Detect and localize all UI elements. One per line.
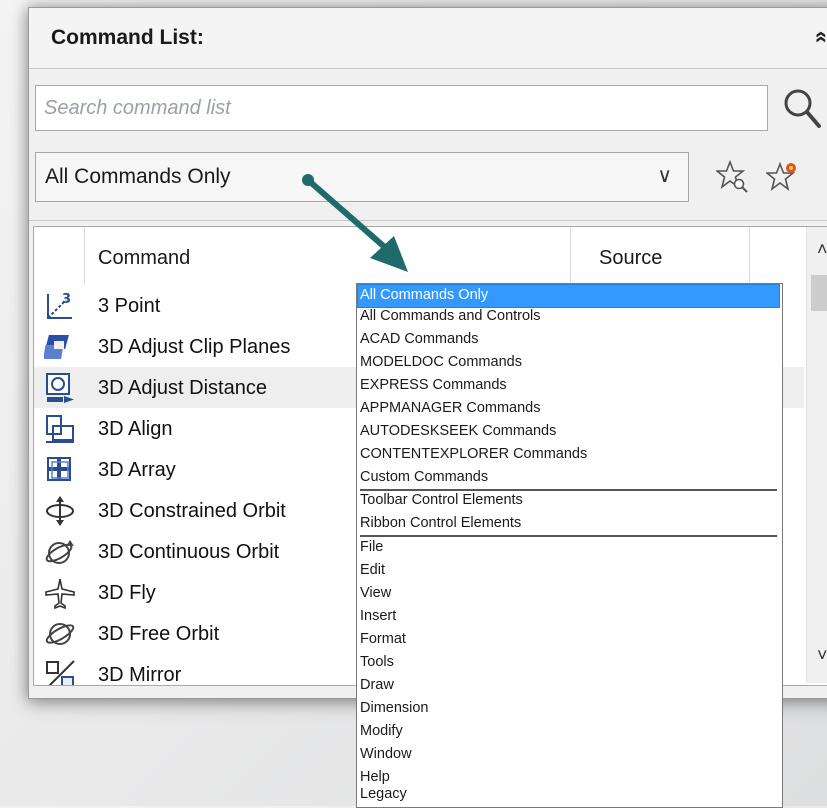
dropdown-option-modeldoc-commands[interactable]: MODELDOC Commands [358, 352, 779, 374]
dropdown-option-legacy[interactable]: Legacy [358, 784, 779, 806]
scroll-up-icon[interactable]: ˄ [817, 239, 827, 260]
dropdown-option-view[interactable]: View [358, 583, 779, 605]
collapse-icon[interactable]: « [809, 31, 827, 43]
dropdown-option-acad-commands[interactable]: ACAD Commands [358, 329, 779, 351]
adjust-distance-icon [46, 373, 74, 403]
dropdown-option-all-commands-and-controls[interactable]: All Commands and Controls [358, 306, 779, 328]
dropdown-option-format[interactable]: Format [358, 629, 779, 651]
dropdown-option-tools[interactable]: Tools [358, 652, 779, 674]
clip-planes-icon [44, 335, 69, 359]
constrained-orbit-icon [46, 496, 74, 526]
3d-mirror-icon [46, 660, 75, 685]
dropdown-option-edit[interactable]: Edit [358, 560, 779, 582]
header-divider [84, 227, 85, 285]
continuous-orbit-icon [45, 540, 74, 564]
svg-text:3: 3 [62, 292, 71, 307]
dropdown-option-express-commands[interactable]: EXPRESS Commands [358, 375, 779, 397]
command-label: 3D Align [98, 418, 173, 440]
3-point-icon: 3 [47, 292, 72, 319]
chevron-down-icon: ∨ [657, 165, 672, 187]
command-label: 3D Array [98, 459, 176, 481]
favorite-search-icon[interactable] [716, 160, 750, 194]
filter-dropdown-list: All Commands Only All Commands and Contr… [356, 283, 783, 808]
dropdown-option-file[interactable]: File [358, 537, 779, 559]
dropdown-option-insert[interactable]: Insert [358, 606, 779, 628]
command-label: 3D Continuous Orbit [98, 541, 280, 563]
command-label: 3 Point [98, 295, 161, 317]
3d-align-icon [46, 415, 74, 443]
panel-header: Command List: « [29, 8, 827, 69]
column-header-source[interactable]: Source [599, 247, 662, 270]
3d-fly-icon [45, 578, 75, 609]
command-label: 3D Free Orbit [98, 623, 220, 645]
dropdown-option-window[interactable]: Window [358, 744, 779, 766]
command-filter-select[interactable]: All Commands Only ∨ [35, 152, 689, 202]
dropdown-option-autodeskseek-commands[interactable]: AUTODESKSEEK Commands [358, 421, 779, 443]
search-icon[interactable] [781, 86, 823, 130]
command-label: 3D Fly [98, 582, 156, 604]
filter-selected-value: All Commands Only [45, 165, 231, 188]
dropdown-option-toolbar-control-elements[interactable]: Toolbar Control Elements [358, 490, 779, 512]
dropdown-option-modify[interactable]: Modify [358, 721, 779, 743]
table-header: Command Source [34, 227, 804, 285]
header-divider [749, 227, 750, 285]
header-divider [570, 227, 571, 285]
panel-separator [29, 220, 827, 221]
command-label: 3D Adjust Distance [98, 377, 267, 399]
dropdown-option-all-commands-only[interactable]: All Commands Only [357, 284, 780, 308]
dropdown-option-dimension[interactable]: Dimension [358, 698, 779, 720]
dropdown-option-contentexplorer-commands[interactable]: CONTENTEXPLORER Commands [358, 444, 779, 466]
3d-array-icon [47, 457, 71, 481]
free-orbit-icon [45, 623, 75, 645]
dropdown-option-custom-commands[interactable]: Custom Commands [358, 467, 779, 489]
command-label: 3D Mirror [98, 664, 182, 686]
vertical-scrollbar[interactable]: ˄ ˅ [806, 227, 827, 683]
favorite-add-icon[interactable] [766, 160, 800, 194]
dropdown-option-draw[interactable]: Draw [358, 675, 779, 697]
column-header-command[interactable]: Command [98, 247, 190, 270]
search-input[interactable] [35, 85, 768, 131]
command-label: 3D Adjust Clip Planes [98, 336, 291, 358]
scroll-down-icon[interactable]: ˅ [817, 645, 827, 666]
scroll-thumb[interactable] [811, 275, 827, 311]
panel-title: Command List: [51, 26, 204, 49]
dropdown-option-ribbon-control-elements[interactable]: Ribbon Control Elements [358, 513, 779, 535]
command-label: 3D Constrained Orbit [98, 500, 286, 522]
dropdown-option-appmanager-commands[interactable]: APPMANAGER Commands [358, 398, 779, 420]
